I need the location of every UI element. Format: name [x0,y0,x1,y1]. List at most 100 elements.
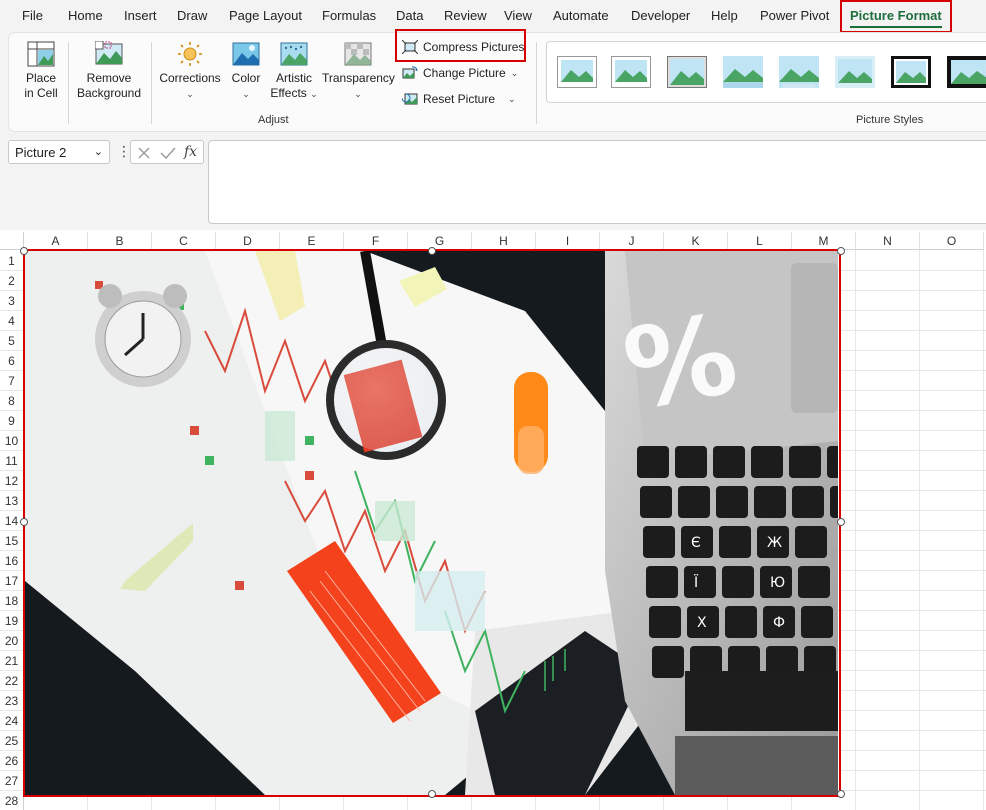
row-header-21[interactable]: 21 [0,651,24,671]
more-options-icon[interactable]: ⋮ [117,143,131,160]
cancel-icon[interactable] [137,146,151,160]
column-header-a[interactable]: A [24,232,88,250]
column-header-j[interactable]: J [600,232,664,250]
resize-handle-left[interactable] [20,518,28,526]
reset-picture-button[interactable]: Reset Picture ⌄ [402,92,516,106]
row-header-3[interactable]: 3 [0,291,24,311]
row-header-7[interactable]: 7 [0,371,24,391]
resize-handle-top-right[interactable] [837,247,845,255]
tab-formulas[interactable]: Formulas [322,8,376,23]
row-header-17[interactable]: 17 [0,571,24,591]
row-header-11[interactable]: 11 [0,451,24,471]
tab-help[interactable]: Help [711,8,738,23]
corrections-button[interactable]: Corrections ⌄ [158,41,222,102]
column-header-c[interactable]: C [152,232,216,250]
change-picture-button[interactable]: Change Picture ⌄ [402,66,518,80]
chevron-down-icon[interactable]: ⌄ [94,145,103,158]
tab-review[interactable]: Review [444,8,487,23]
picture-style-3[interactable] [667,56,707,88]
row-header-13[interactable]: 13 [0,491,24,511]
row-header-2[interactable]: 2 [0,271,24,291]
tab-data[interactable]: Data [396,8,423,23]
place-in-cell-icon [27,41,55,67]
row-header-25[interactable]: 25 [0,731,24,751]
group-label-adjust: Adjust [258,114,289,126]
row-header-22[interactable]: 22 [0,671,24,691]
picture-styles-gallery [546,41,986,103]
row-header-18[interactable]: 18 [0,591,24,611]
tab-file[interactable]: File [22,8,43,23]
artistic-effects-button[interactable]: Artistic Effects ⌄ [268,41,320,102]
column-header-f[interactable]: F [344,232,408,250]
row-header-12[interactable]: 12 [0,471,24,491]
column-header-k[interactable]: K [664,232,728,250]
enter-check-icon[interactable] [160,146,176,160]
row-header-4[interactable]: 4 [0,311,24,331]
picture[interactable]: % ЄЖЇЮХФ [25,251,838,795]
resize-handle-bottom[interactable] [428,790,436,798]
column-header-i[interactable]: I [536,232,600,250]
picture-style-5[interactable] [779,56,819,88]
column-header-l[interactable]: L [728,232,792,250]
laptop-key [754,486,786,518]
picture-style-2[interactable] [611,56,651,88]
row-header-23[interactable]: 23 [0,691,24,711]
row-header-8[interactable]: 8 [0,391,24,411]
row-header-27[interactable]: 27 [0,771,24,791]
column-header-m[interactable]: M [792,232,856,250]
keycap-label: Ю [770,575,785,591]
column-header-o[interactable]: O [920,232,984,250]
row-header-28[interactable]: 28 [0,791,24,810]
name-box[interactable]: Picture 2 ⌄ [8,140,110,164]
transparency-button[interactable]: Transparency ⌄ [322,41,395,102]
row-header-26[interactable]: 26 [0,751,24,771]
tab-insert[interactable]: Insert [124,8,157,23]
keycap-label: Ж [767,535,782,551]
picture-style-1[interactable] [557,56,597,88]
remove-background-icon [95,41,123,65]
laptop-key [795,526,827,558]
tab-page-layout[interactable]: Page Layout [229,8,302,23]
row-header-15[interactable]: 15 [0,531,24,551]
column-header-d[interactable]: D [216,232,280,250]
tab-view[interactable]: View [504,8,532,23]
picture-style-6[interactable] [835,56,875,88]
tab-home[interactable]: Home [68,8,103,23]
color-button[interactable]: Color ⌄ [228,41,264,102]
resize-handle-bottom-right[interactable] [837,790,845,798]
tab-power-pivot[interactable]: Power Pivot [760,8,829,23]
chevron-down-icon: ⌄ [242,89,250,99]
row-header-24[interactable]: 24 [0,711,24,731]
chevron-down-icon: ⌄ [186,89,194,99]
resize-handle-right[interactable] [837,518,845,526]
ribbon-separator [68,42,69,124]
formula-input[interactable] [208,140,986,224]
row-header-6[interactable]: 6 [0,351,24,371]
change-picture-icon [402,66,418,79]
row-header-16[interactable]: 16 [0,551,24,571]
insert-function-icon[interactable]: fx [184,144,197,160]
tab-developer[interactable]: Developer [631,8,690,23]
tab-draw[interactable]: Draw [177,8,207,23]
resize-handle-top-left[interactable] [20,247,28,255]
column-header-b[interactable]: B [88,232,152,250]
remove-background-button[interactable]: Remove Background [75,41,143,101]
resize-handle-top[interactable] [428,247,436,255]
row-header-9[interactable]: 9 [0,411,24,431]
column-header-e[interactable]: E [280,232,344,250]
picture-style-7[interactable] [891,56,931,88]
row-header-10[interactable]: 10 [0,431,24,451]
column-header-g[interactable]: G [408,232,472,250]
place-in-cell-button[interactable]: Place in Cell [20,41,62,101]
picture-content: % Є ЖЇ ЮХ Ф [25,251,838,795]
picture-style-8[interactable] [947,56,986,88]
row-header-19[interactable]: 19 [0,611,24,631]
row-header-20[interactable]: 20 [0,631,24,651]
chevron-down-icon: ⌄ [510,67,519,78]
row-header-5[interactable]: 5 [0,331,24,351]
column-header-h[interactable]: H [472,232,536,250]
laptop-key [643,526,675,558]
tab-automate[interactable]: Automate [553,8,609,23]
picture-style-4[interactable] [723,56,763,88]
column-header-n[interactable]: N [856,232,920,250]
